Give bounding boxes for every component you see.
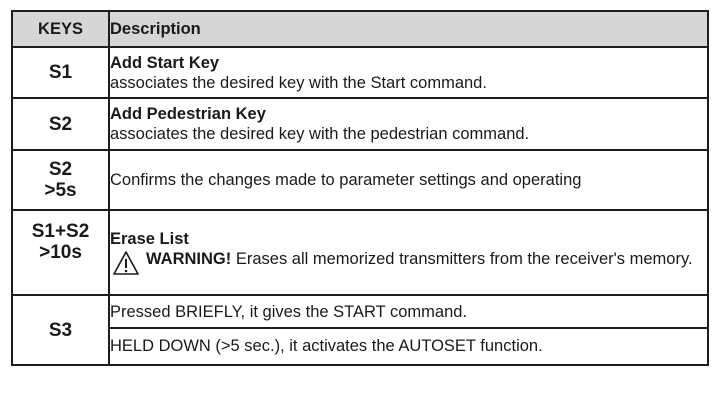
row-title: Add Start Key bbox=[110, 53, 220, 72]
key-cell: S1+S2 >10s bbox=[11, 209, 110, 296]
table-row: S3 Pressed BRIEFLY, it gives the START c… bbox=[11, 294, 709, 366]
warning-block: WARNING! Erases all memorized transmitte… bbox=[110, 249, 707, 276]
warning-label: WARNING! bbox=[146, 250, 232, 268]
table-row: S1+S2 >10s Erase List WARNING! Erases al… bbox=[11, 209, 709, 296]
header-row: KEYS Description bbox=[11, 10, 709, 48]
key-cell: S2 >5s bbox=[11, 149, 110, 211]
row-title: Add Pedestrian Key bbox=[110, 105, 266, 123]
description-cell: HELD DOWN (>5 sec.), it activates the AU… bbox=[108, 327, 709, 366]
row-text: associates the desired key with the Star… bbox=[110, 73, 487, 92]
keys-table: KEYS Description S1 Add Start Key associ… bbox=[11, 10, 709, 366]
header-description: Description bbox=[108, 10, 709, 48]
warning-text-block: WARNING! Erases all memorized transmitte… bbox=[146, 249, 707, 269]
key-line: >5s bbox=[44, 180, 77, 201]
key-line: S1+S2 bbox=[31, 221, 90, 242]
warning-triangle-icon bbox=[113, 251, 139, 275]
description-cell: Pressed BRIEFLY, it gives the START comm… bbox=[108, 294, 709, 329]
table-row: S2 >5s Confirms the changes made to para… bbox=[11, 149, 709, 211]
header-keys: KEYS bbox=[11, 10, 110, 48]
table-row: HELD DOWN (>5 sec.), it activates the AU… bbox=[12, 327, 709, 366]
key-cell: S1 bbox=[11, 46, 110, 99]
key-line: S2 bbox=[48, 159, 73, 180]
description-cell: Add Pedestrian Key associates the desire… bbox=[108, 97, 709, 151]
key-line: >10s bbox=[39, 242, 82, 263]
description-cell: Erase List WARNING! Erases all memorized… bbox=[108, 209, 709, 296]
row-text: associates the desired key with the pede… bbox=[110, 125, 530, 143]
table-row: S2 Add Pedestrian Key associates the des… bbox=[11, 97, 709, 151]
row-title: Erase List bbox=[110, 230, 189, 248]
key-cell: S3 bbox=[11, 294, 110, 366]
description-cell: Confirms the changes made to parameter s… bbox=[108, 149, 709, 211]
table-row: S1 Add Start Key associates the desired … bbox=[11, 46, 709, 99]
description-cell: Add Start Key associates the desired key… bbox=[108, 46, 709, 99]
warning-text: Erases all memorized transmitters from t… bbox=[235, 250, 693, 268]
key-cell: S2 bbox=[11, 97, 110, 151]
